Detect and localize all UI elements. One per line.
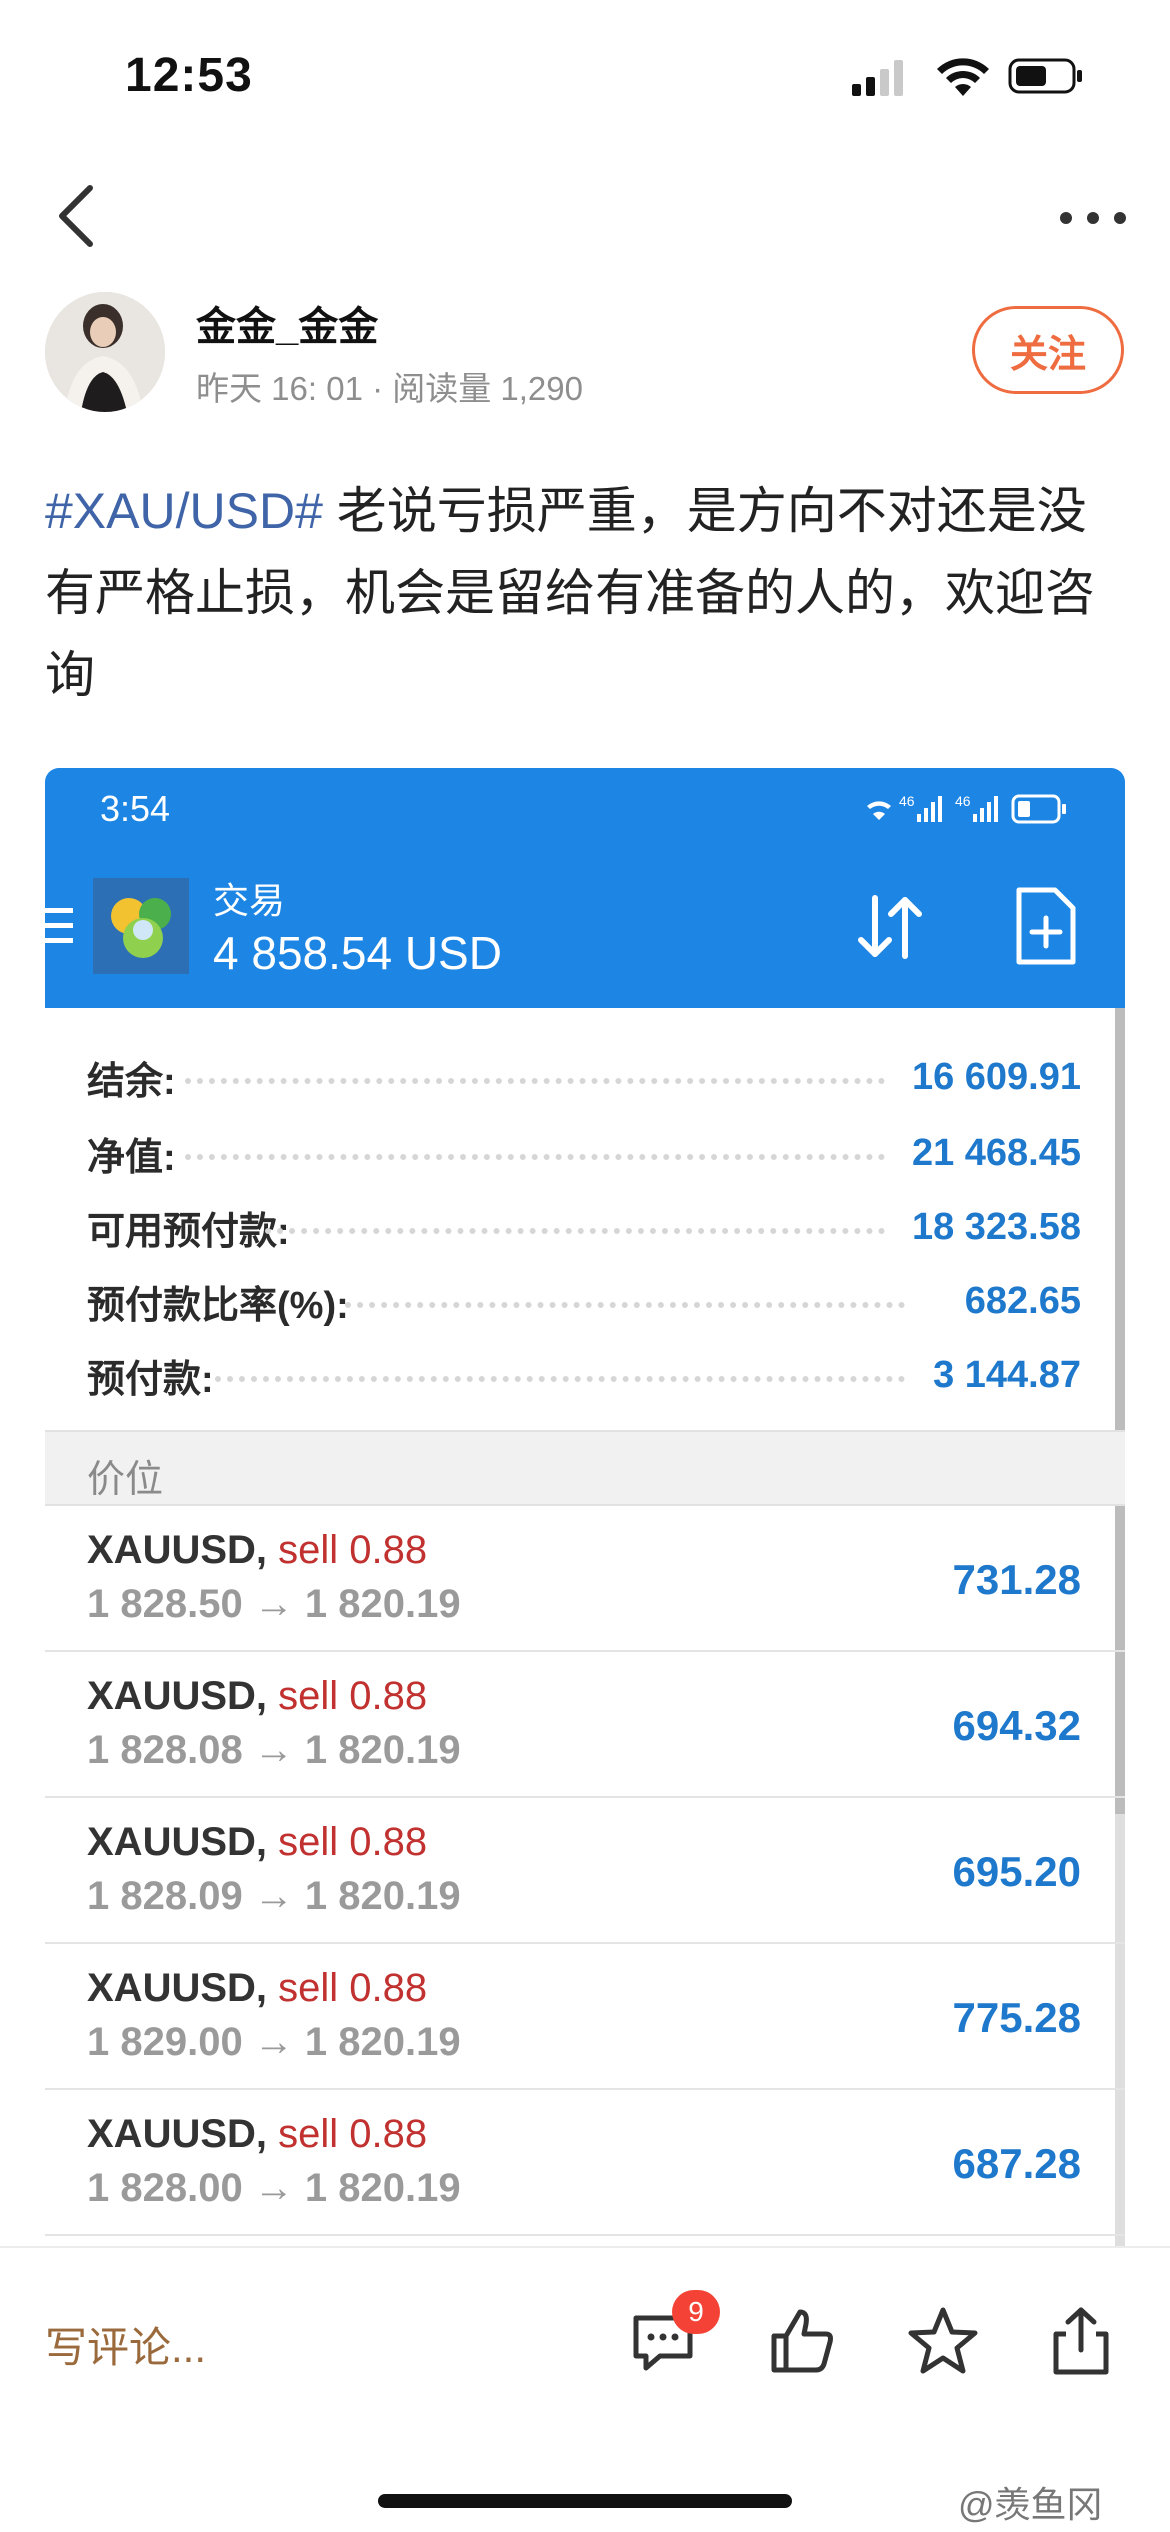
embedded-status-icons: 46 46 xyxy=(867,793,1066,824)
position-prices: 1 828.09 → 1 820.19 xyxy=(87,1874,461,1918)
position-symbol: XAUUSD, xyxy=(87,1674,268,1718)
position-side: sell 0.88 xyxy=(278,1966,428,2010)
summary-row: 预付款比率(%): 682.65 xyxy=(45,1264,1125,1338)
summary-row: 结余: 16 609.91 xyxy=(45,1040,1125,1114)
new-order-icon[interactable] xyxy=(1015,886,1077,966)
wifi-icon xyxy=(937,58,989,96)
summary-label: 预付款比率(%): xyxy=(87,1284,349,1327)
avatar-image xyxy=(45,292,165,412)
status-bar: 12:53 xyxy=(0,0,1170,150)
position-row[interactable]: XAUUSD, sell 0.88 1 828.00 → 1 820.19 68… xyxy=(45,2090,1125,2236)
position-symbol-line: XAUUSD, sell 0.88 xyxy=(87,2112,427,2157)
header-balance: 4 858.54 USD xyxy=(213,927,502,979)
position-side: sell 0.88 xyxy=(278,2112,428,2156)
position-symbol: XAUUSD, xyxy=(87,1820,268,1864)
summary-value: 3 144.87 xyxy=(933,1353,1081,1396)
position-symbol-line: XAUUSD, sell 0.88 xyxy=(87,1820,427,1865)
hamburger-menu-icon[interactable] xyxy=(45,906,75,946)
author-name[interactable]: 金金_金金 xyxy=(196,294,378,352)
summary-row: 净值: 21 468.45 xyxy=(45,1116,1125,1190)
summary-value: 16 609.91 xyxy=(911,1055,1081,1098)
position-profit: 775.28 xyxy=(952,1994,1081,2041)
position-profit: 695.20 xyxy=(952,1848,1081,1895)
comment-input[interactable]: 写评论... xyxy=(45,2314,206,2375)
position-side: sell 0.88 xyxy=(278,1528,428,1572)
app-header: 3:54 46 46 交易 4 858.54 USD xyxy=(45,768,1125,1008)
share-icon[interactable] xyxy=(1044,2304,1118,2378)
comment-count-badge: 9 xyxy=(672,2290,720,2334)
section-label: 价位 xyxy=(87,1459,164,1501)
dotted-leader xyxy=(265,1228,885,1234)
embedded-screenshot[interactable]: 3:54 46 46 交易 4 858.54 USD 结余: 16 609.91… xyxy=(45,768,1125,2246)
summary-value: 21 468.45 xyxy=(911,1131,1081,1174)
position-symbol: XAUUSD, xyxy=(87,1528,268,1572)
position-prices: 1 828.00 → 1 820.19 xyxy=(87,2166,461,2210)
follow-button[interactable]: 关注 xyxy=(972,306,1124,394)
dotted-leader xyxy=(345,1302,905,1308)
position-symbol: XAUUSD, xyxy=(87,1966,268,2010)
cellular-signal-icon xyxy=(852,60,903,96)
position-prices: 1 829.00 → 1 820.19 xyxy=(87,2020,461,2064)
more-dots-icon[interactable] xyxy=(1058,208,1128,228)
metatrader-logo xyxy=(93,878,189,974)
position-profit: 731.28 xyxy=(952,1556,1081,1603)
svg-text:46: 46 xyxy=(955,793,971,809)
position-row[interactable]: XAUUSD, sell 0.88 1 828.09 → 1 820.19 69… xyxy=(45,1798,1125,1944)
summary-label: 净值: xyxy=(87,1136,176,1179)
summary-label: 可用预付款: xyxy=(87,1210,290,1253)
position-symbol-line: XAUUSD, sell 0.88 xyxy=(87,1674,427,1719)
position-row[interactable]: XAUUSD, sell 0.88 1 829.00 → 1 820.19 77… xyxy=(45,1944,1125,2090)
summary-label: 预付款: xyxy=(87,1358,214,1401)
dotted-leader xyxy=(185,1154,885,1160)
post-body: #XAU/USD# 老说亏损严重，是方向不对还是没有严格止损，机会是留给有准备的… xyxy=(45,470,1125,716)
app-title: 交易 xyxy=(213,880,286,921)
watermark: @羡鱼冈 xyxy=(958,2484,1103,2525)
summary-label: 结余: xyxy=(87,1060,176,1103)
section-header: 价位 xyxy=(45,1430,1125,1506)
star-icon[interactable] xyxy=(906,2304,980,2378)
dotted-leader xyxy=(215,1376,905,1382)
position-row[interactable]: XAUUSD, sell 0.88 1 828.50 → 1 820.19 73… xyxy=(45,1506,1125,1652)
position-symbol: XAUUSD, xyxy=(87,2112,268,2156)
chevron-left-icon[interactable] xyxy=(48,180,108,250)
battery-icon xyxy=(1008,58,1082,94)
embedded-status-time: 3:54 xyxy=(100,788,171,829)
thumbs-up-icon[interactable] xyxy=(766,2304,840,2378)
dotted-leader xyxy=(185,1078,885,1084)
sort-icon[interactable] xyxy=(853,890,927,964)
summary-value: 682.65 xyxy=(964,1279,1081,1322)
status-time: 12:53 xyxy=(125,49,253,102)
home-indicator[interactable] xyxy=(378,2494,792,2508)
summary-value: 18 323.58 xyxy=(911,1205,1081,1248)
hashtag-link[interactable]: #XAU/USD# xyxy=(45,483,323,539)
position-side: sell 0.88 xyxy=(278,1674,428,1718)
position-prices: 1 828.08 → 1 820.19 xyxy=(87,1728,461,1772)
summary-row: 预付款: 3 144.87 xyxy=(45,1338,1125,1412)
position-profit: 694.32 xyxy=(952,1702,1081,1749)
position-prices: 1 828.50 → 1 820.19 xyxy=(87,1582,461,1626)
avatar[interactable] xyxy=(45,292,165,412)
position-side: sell 0.88 xyxy=(278,1820,428,1864)
post-meta: 昨天 16: 01 · 阅读量 1,290 xyxy=(196,370,583,407)
position-symbol-line: XAUUSD, sell 0.88 xyxy=(87,1966,427,2011)
summary-row: 可用预付款: 18 323.58 xyxy=(45,1190,1125,1264)
position-symbol-line: XAUUSD, sell 0.88 xyxy=(87,1528,427,1573)
svg-text:46: 46 xyxy=(899,793,915,809)
position-row[interactable]: XAUUSD, sell 0.88 1 828.08 → 1 820.19 69… xyxy=(45,1652,1125,1798)
position-profit: 687.28 xyxy=(952,2140,1081,2187)
